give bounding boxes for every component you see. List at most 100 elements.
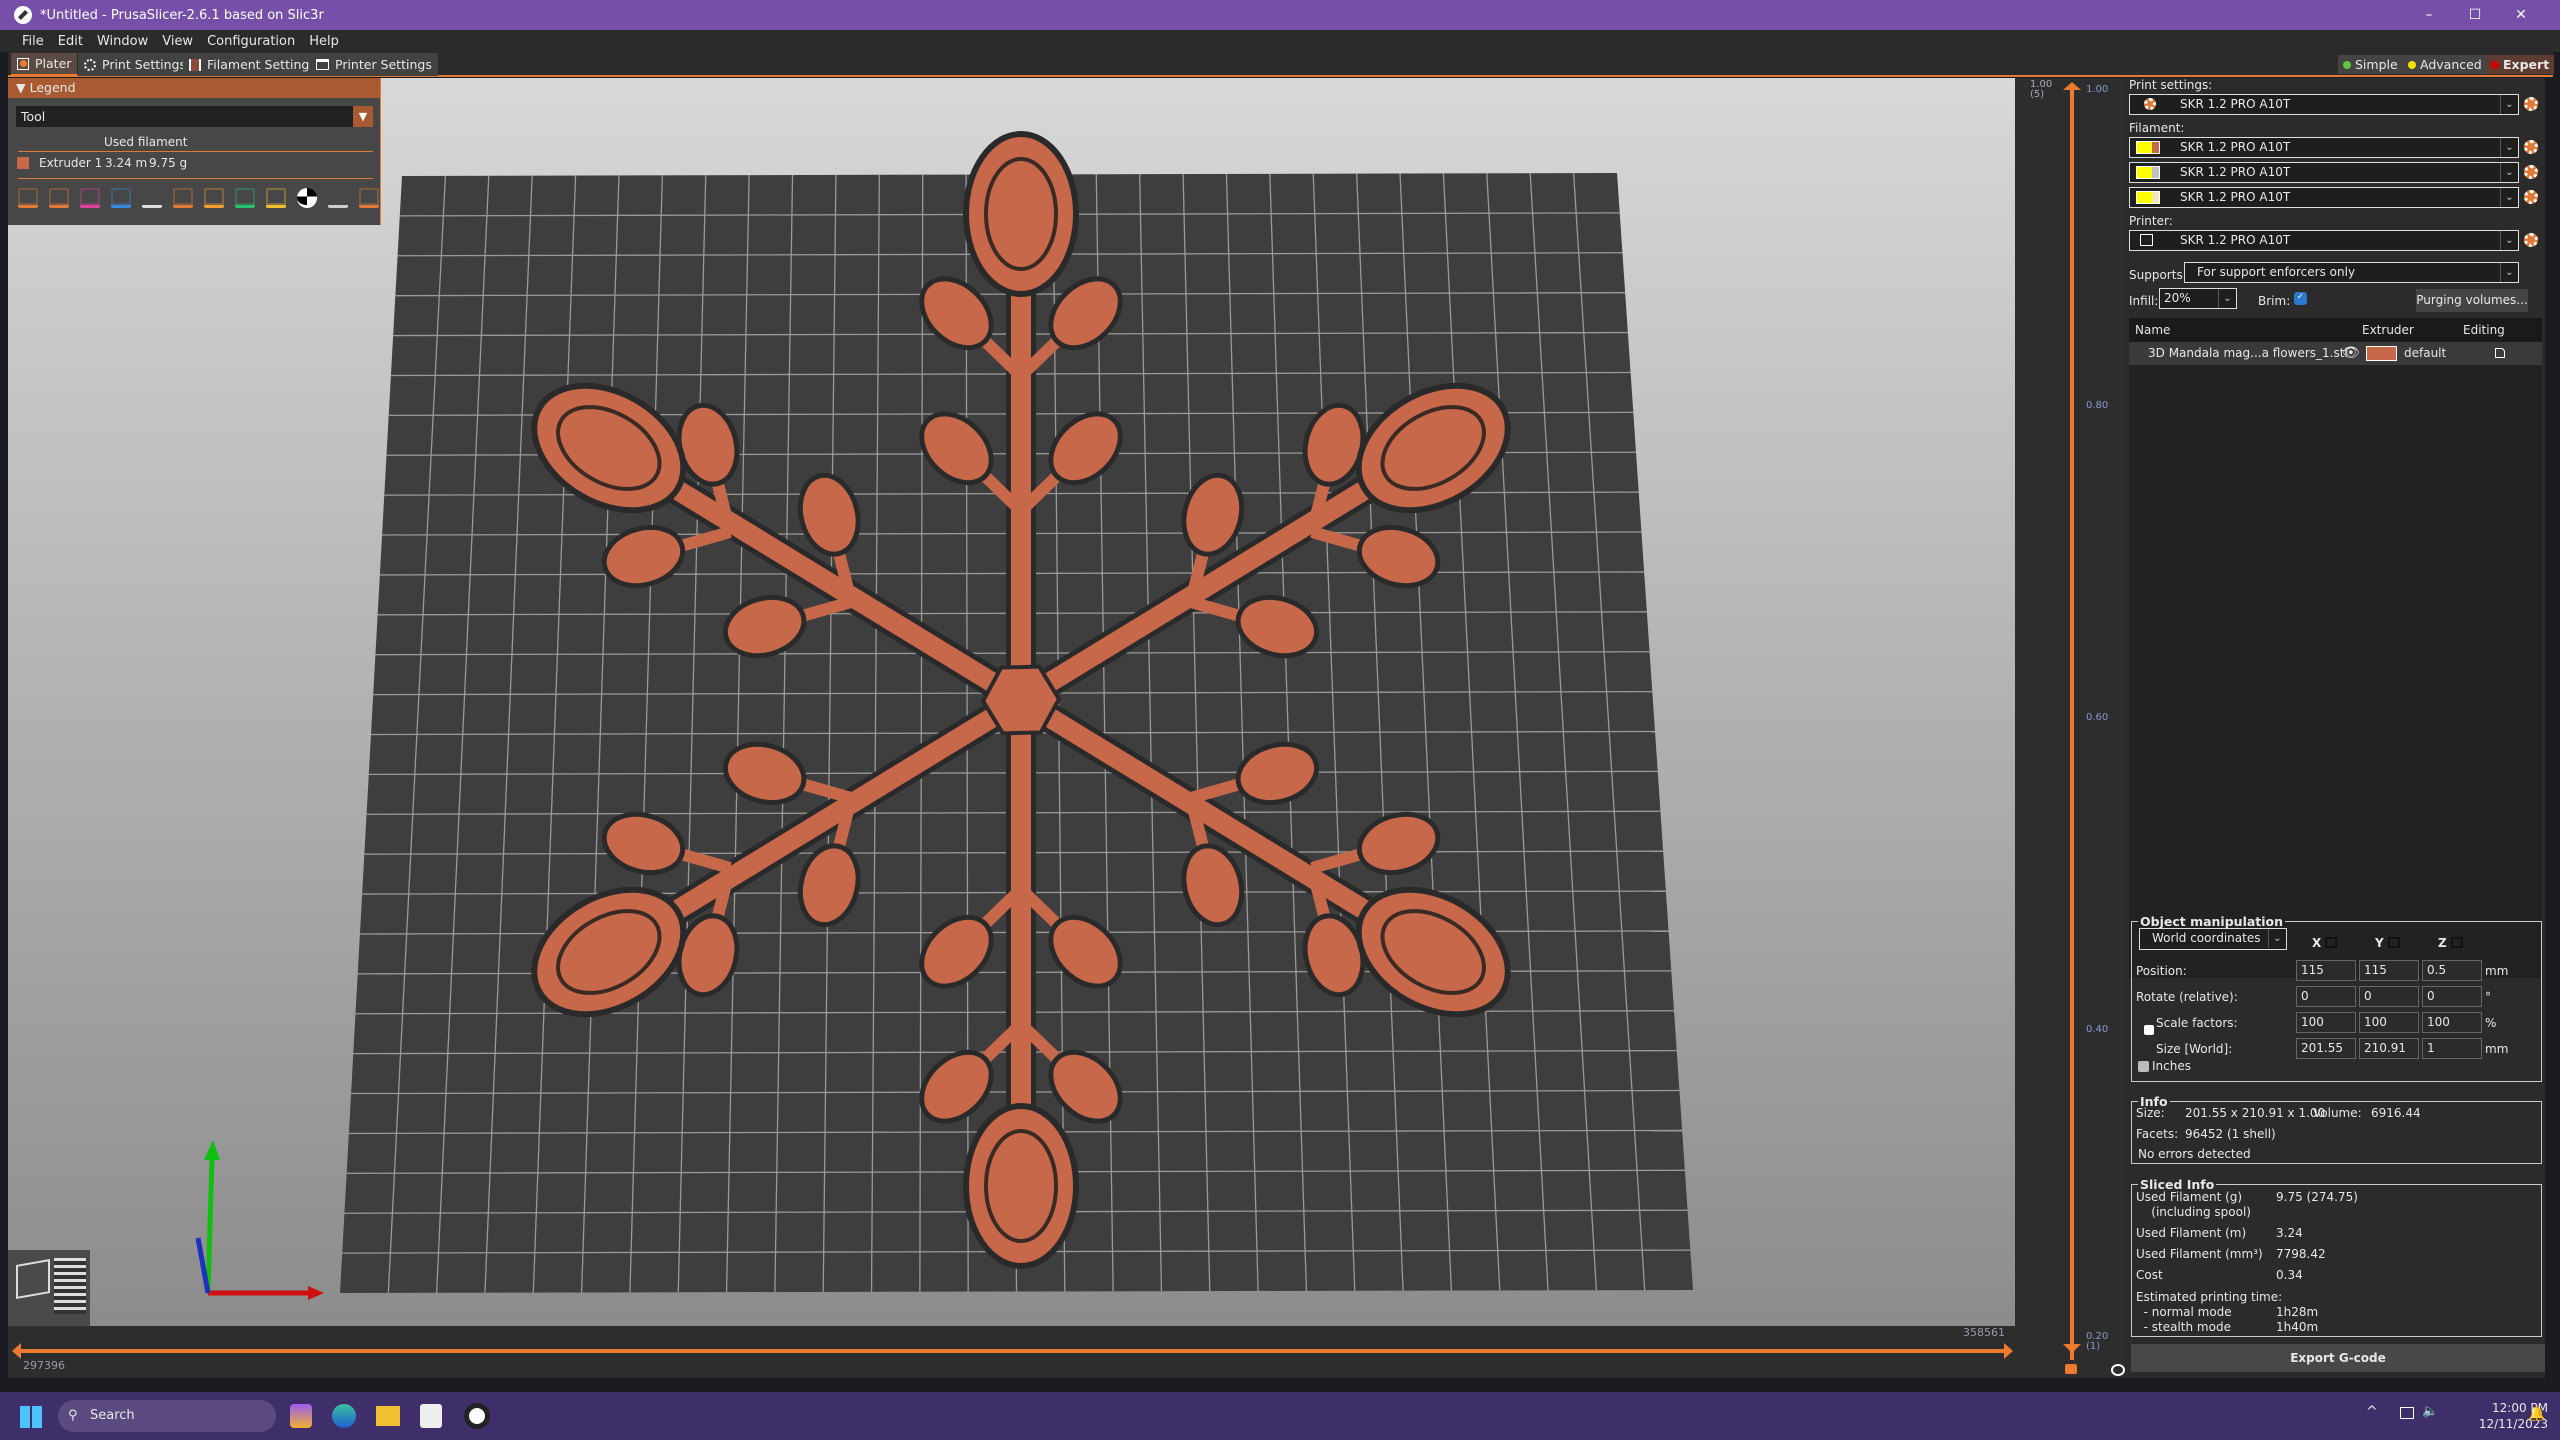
plater-icon <box>17 57 29 70</box>
seams-icon[interactable] <box>142 188 162 208</box>
prusaslicer-taskbar-icon[interactable] <box>464 1403 490 1429</box>
filament-select-1[interactable]: SKR 1.2 PRO A10T ⌄ <box>2129 137 2519 158</box>
tab-plater[interactable]: Plater <box>11 53 78 76</box>
reset-axis-icon[interactable] <box>2325 937 2337 948</box>
minimize-button[interactable]: – <box>2406 0 2452 30</box>
purging-volumes-button[interactable]: Purging volumes... <box>2416 289 2528 312</box>
view-type-select[interactable]: Tool ▼ <box>16 106 373 127</box>
manip-input-y[interactable]: 115 <box>2359 960 2419 981</box>
3d-viewport[interactable] <box>8 78 2015 1326</box>
layer-slider[interactable]: 1.00 (5) 1.00 0.80 0.60 0.40 0.20 (1) <box>2015 78 2125 1378</box>
filament-select-2[interactable]: SKR 1.2 PRO A10T ⌄ <box>2129 162 2519 183</box>
edit-preset-gear-icon[interactable] <box>2524 190 2538 204</box>
manip-input-z[interactable]: 0 <box>2422 986 2482 1007</box>
tab-filament-settings[interactable]: Filament Settings <box>183 53 322 76</box>
menu-configuration[interactable]: Configuration <box>207 34 295 49</box>
move-slider[interactable]: 297396 358561 <box>8 1326 2015 1378</box>
manip-row-label: Scale factors: <box>2156 1016 2238 1030</box>
infill-select[interactable]: 20% ⌄ <box>2159 288 2237 309</box>
menu-file[interactable]: File <box>22 34 44 49</box>
legend-header[interactable]: ▼ Legend <box>8 78 380 98</box>
travel-icon[interactable] <box>18 188 38 208</box>
color-changes-icon[interactable] <box>204 188 224 208</box>
widgets-icon[interactable] <box>290 1404 312 1428</box>
mode-advanced-button[interactable]: Advanced <box>2403 55 2487 74</box>
taskbar-search[interactable]: ⚲ Search <box>58 1400 276 1432</box>
layer-slider-track[interactable] <box>2070 88 2074 1360</box>
object-extruder[interactable]: default <box>2404 346 2446 360</box>
chevron-up-icon[interactable]: ^ <box>2366 1404 2378 1420</box>
network-icon[interactable] <box>2400 1407 2414 1419</box>
coordinate-system-select[interactable]: World coordinates ⌄ <box>2139 928 2287 950</box>
lower-thumb[interactable] <box>2063 1344 2081 1353</box>
upper-thumb[interactable] <box>2063 82 2081 90</box>
volume-icon[interactable]: 🔈 <box>2422 1404 2438 1419</box>
extruder-color-swatch <box>17 157 29 169</box>
menu-view[interactable]: View <box>162 34 193 49</box>
mode-expert-button[interactable]: Expert <box>2486 55 2555 74</box>
edit-preset-gear-icon[interactable] <box>2524 165 2538 179</box>
file-explorer-icon[interactable] <box>376 1406 400 1426</box>
manip-input-x[interactable]: 115 <box>2296 960 2356 981</box>
shells-icon[interactable] <box>328 188 348 208</box>
move-slider-track[interactable] <box>16 1349 2010 1353</box>
wipe-icon[interactable] <box>49 188 69 208</box>
reset-axis-icon[interactable] <box>2388 937 2400 948</box>
edit-icon[interactable] <box>2495 348 2505 358</box>
tab-print-settings[interactable]: Print Settings <box>78 53 192 76</box>
tool-marker-icon[interactable] <box>359 188 379 208</box>
close-button[interactable]: ✕ <box>2498 0 2544 30</box>
store-icon[interactable] <box>420 1404 442 1428</box>
retractions-icon[interactable] <box>80 188 100 208</box>
pause-prints-icon[interactable] <box>235 188 255 208</box>
lock-icon[interactable] <box>2065 1364 2077 1374</box>
legend-extruder-weight: 9.75 g <box>149 156 188 170</box>
chevron-down-icon: ⌄ <box>2500 231 2518 250</box>
manip-input-y[interactable]: 100 <box>2359 1012 2419 1033</box>
brim-checkbox[interactable]: ✓ <box>2294 292 2307 305</box>
center-of-gravity-icon[interactable] <box>297 188 317 208</box>
cog-icon[interactable] <box>2111 1364 2125 1376</box>
menu-edit[interactable]: Edit <box>58 34 83 49</box>
deretractions-icon[interactable] <box>111 188 131 208</box>
manip-input-y[interactable]: 0 <box>2359 986 2419 1007</box>
mode-simple-button[interactable]: Simple <box>2338 55 2403 74</box>
manip-input-x[interactable]: 0 <box>2296 986 2356 1007</box>
filament-select-3[interactable]: SKR 1.2 PRO A10T ⌄ <box>2129 187 2519 208</box>
tab-printer-settings[interactable]: Printer Settings <box>310 53 438 76</box>
tool-changes-icon[interactable] <box>173 188 193 208</box>
edge-icon[interactable] <box>332 1404 356 1428</box>
manip-input-z[interactable]: 1 <box>2422 1038 2482 1059</box>
3d-view-icon[interactable] <box>16 1259 50 1299</box>
edit-preset-gear-icon[interactable] <box>2524 97 2538 111</box>
sliced-label: Used Filament (g) <box>2136 1190 2243 1204</box>
preview-layers-icon[interactable] <box>54 1258 86 1314</box>
supports-select[interactable]: For support enforcers only ⌄ <box>2184 262 2519 283</box>
object-row[interactable]: 3D Mandala mag...a flowers_1.stl 👁 defau… <box>2129 342 2542 365</box>
print-profile-select[interactable]: SKR 1.2 PRO A10T ⌄ <box>2129 94 2519 115</box>
menu-help[interactable]: Help <box>309 34 339 49</box>
inches-checkbox[interactable] <box>2138 1061 2149 1072</box>
maximize-button[interactable]: ☐ <box>2452 0 2498 30</box>
build-plate-scene[interactable] <box>8 78 2015 1326</box>
edit-preset-gear-icon[interactable] <box>2524 140 2538 154</box>
lock-icon[interactable] <box>2144 1025 2154 1035</box>
notification-bell-icon[interactable]: 🔔 <box>2528 1406 2545 1422</box>
custom-gcode-icon[interactable] <box>266 188 286 208</box>
eye-icon[interactable]: 👁 <box>2342 345 2360 361</box>
start-icon[interactable] <box>20 1406 42 1428</box>
reset-axis-icon[interactable] <box>2451 937 2463 948</box>
manip-input-x[interactable]: 100 <box>2296 1012 2356 1033</box>
sliced-label: Used Filament (m) <box>2136 1226 2247 1240</box>
right-thumb[interactable] <box>2004 1343 2013 1359</box>
manip-input-x[interactable]: 201.55 <box>2296 1038 2356 1059</box>
manip-input-z[interactable]: 0.5 <box>2422 960 2482 981</box>
supports-label: Supports: <box>2129 268 2187 282</box>
manip-input-y[interactable]: 210.91 <box>2359 1038 2419 1059</box>
edit-preset-gear-icon[interactable] <box>2524 233 2538 247</box>
printer-profile-select[interactable]: SKR 1.2 PRO A10T ⌄ <box>2129 230 2519 251</box>
menu-window[interactable]: Window <box>97 34 148 49</box>
manip-input-z[interactable]: 100 <box>2422 1012 2482 1033</box>
export-gcode-button[interactable]: Export G-code <box>2131 1344 2545 1372</box>
left-thumb[interactable] <box>12 1343 21 1359</box>
